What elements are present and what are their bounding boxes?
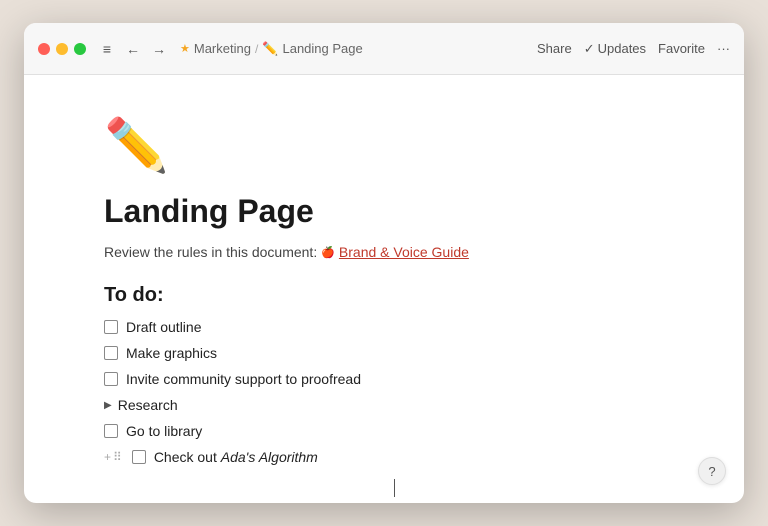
menu-button[interactable]: ≡: [96, 38, 118, 60]
page-icon: ✏️: [104, 115, 684, 176]
close-button[interactable]: [38, 43, 50, 55]
list-item: Draft outline: [104, 317, 684, 337]
breadcrumb: ★ Marketing / ✏️ Landing Page: [180, 41, 363, 57]
section-heading: To do:: [104, 284, 684, 307]
todo-list: Draft outline Make graphics Invite commu…: [104, 317, 684, 467]
todo-label: Draft outline: [126, 319, 201, 335]
check-icon: ✓: [584, 41, 595, 57]
apple-icon: 🍎: [321, 246, 335, 259]
more-icon: ···: [717, 41, 730, 56]
checkbox-make-graphics[interactable]: [104, 346, 118, 360]
list-item: Go to library: [104, 421, 684, 441]
maximize-button[interactable]: [74, 43, 86, 55]
list-item: Invite community support to proofread: [104, 369, 684, 389]
checkbox-check-out[interactable]: [132, 450, 146, 464]
breadcrumb-marketing-label: Marketing: [194, 41, 251, 56]
titlebar: ≡ ← → ★ Marketing / ✏️ Landing Page Shar…: [24, 23, 744, 75]
todo-label: Invite community support to proofread: [126, 371, 361, 387]
page-title: Landing Page: [104, 192, 684, 230]
back-icon: ←: [126, 41, 140, 57]
forward-icon: →: [152, 41, 166, 57]
breadcrumb-landing-label: Landing Page: [282, 41, 362, 56]
list-item: Make graphics: [104, 343, 684, 363]
page-subtitle: Review the rules in this document: 🍎 Bra…: [104, 244, 684, 260]
page-content: ✏️ Landing Page Review the rules in this…: [24, 75, 744, 503]
help-button[interactable]: ?: [698, 457, 726, 485]
updates-button[interactable]: ✓ Updates: [584, 41, 646, 57]
drag-icon[interactable]: ⠿: [113, 450, 122, 464]
pencil-icon: ✏️: [262, 41, 278, 57]
star-icon: ★: [180, 42, 190, 55]
checkbox-go-to-library[interactable]: [104, 424, 118, 438]
back-button[interactable]: ←: [122, 38, 144, 60]
text-cursor: [394, 479, 395, 497]
cursor-area[interactable]: [104, 467, 684, 503]
question-mark-icon: ?: [708, 464, 715, 479]
minimize-button[interactable]: [56, 43, 68, 55]
updates-label: Updates: [598, 41, 646, 56]
share-button[interactable]: Share: [537, 41, 572, 56]
titlebar-actions: Share ✓ Updates Favorite ···: [537, 41, 730, 57]
list-item: + ⠿ Check out Ada's Algorithm: [104, 447, 684, 467]
checkbox-invite-community[interactable]: [104, 372, 118, 386]
toggle-research[interactable]: ▶ Research: [104, 395, 684, 415]
traffic-lights: [38, 43, 86, 55]
breadcrumb-separator: /: [255, 42, 258, 56]
brand-voice-guide-link[interactable]: Brand & Voice Guide: [339, 244, 469, 260]
favorite-button[interactable]: Favorite: [658, 41, 705, 56]
item-controls: + ⠿: [104, 450, 122, 464]
todo-label: Make graphics: [126, 345, 217, 361]
todo-label: Research: [118, 397, 178, 413]
subtitle-text: Review the rules in this document:: [104, 244, 317, 260]
todo-label: Go to library: [126, 423, 202, 439]
more-button[interactable]: ···: [717, 41, 730, 56]
breadcrumb-landing-page[interactable]: ✏️ Landing Page: [262, 41, 362, 57]
hamburger-icon: ≡: [103, 41, 111, 57]
app-window: ≡ ← → ★ Marketing / ✏️ Landing Page Shar…: [24, 23, 744, 503]
add-icon[interactable]: +: [104, 450, 111, 464]
checkbox-draft-outline[interactable]: [104, 320, 118, 334]
forward-button[interactable]: →: [148, 38, 170, 60]
italic-text: Ada's Algorithm: [221, 449, 318, 465]
breadcrumb-marketing[interactable]: ★ Marketing: [180, 41, 251, 56]
nav-controls: ≡ ← →: [96, 38, 170, 60]
chevron-right-icon: ▶: [104, 400, 112, 411]
todo-label: Check out Ada's Algorithm: [154, 449, 318, 465]
favorite-label: Favorite: [658, 41, 705, 56]
share-label: Share: [537, 41, 572, 56]
